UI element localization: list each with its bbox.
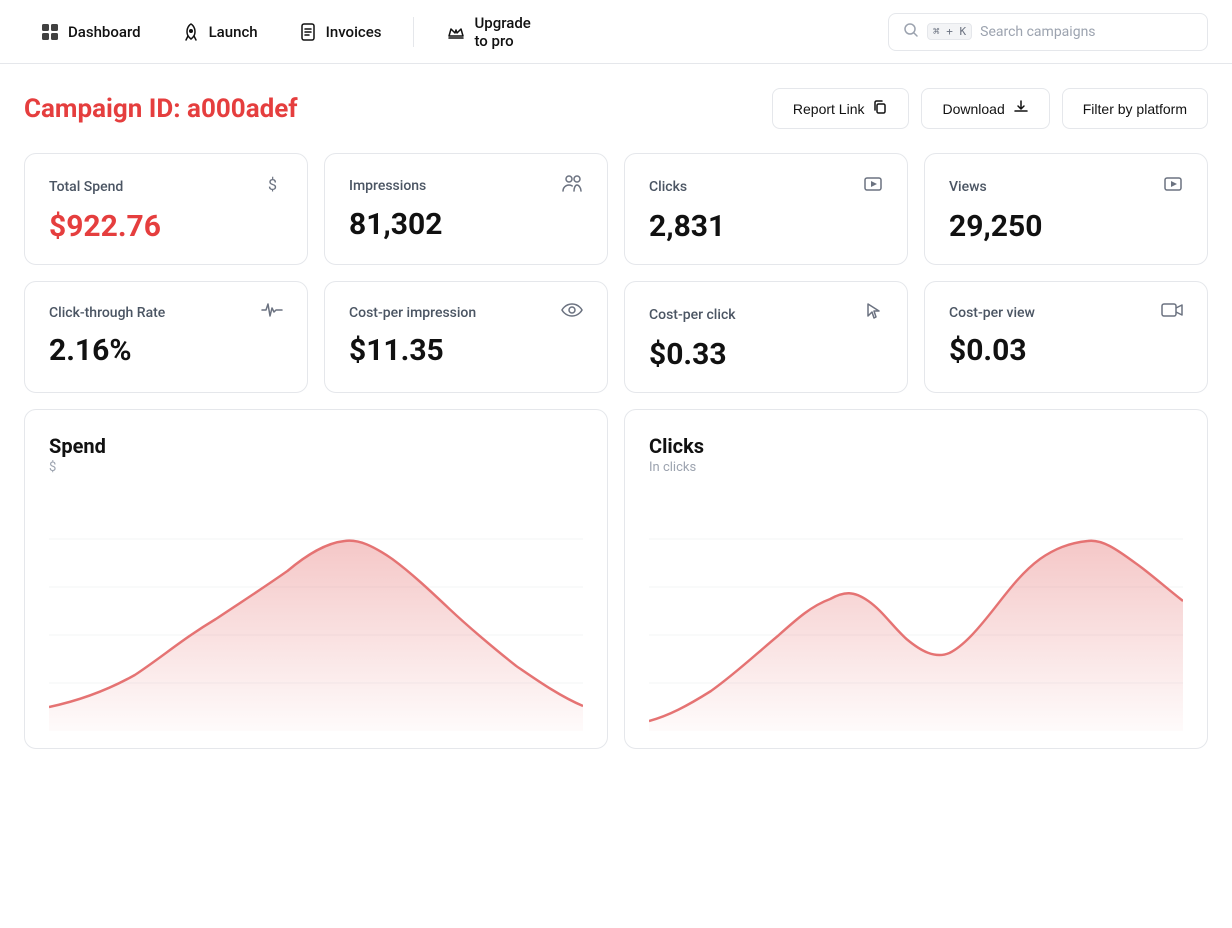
navbar: Dashboard Launch bbox=[0, 0, 1232, 64]
nav-upgrade-label: Upgradeto pro bbox=[474, 14, 530, 50]
metric-ctr-header: Click-through Rate bbox=[49, 302, 283, 323]
campaign-id: Campaign ID: a000adef bbox=[24, 94, 298, 124]
eye-icon bbox=[561, 302, 583, 323]
metrics-row-1: Total Spend $ $922.76 Impressions bbox=[24, 153, 1208, 265]
cursor-icon bbox=[865, 302, 883, 327]
metric-cpv-value: $0.03 bbox=[949, 333, 1183, 368]
crown-icon bbox=[446, 22, 466, 42]
charts-grid: Spend $ bbox=[24, 409, 1208, 749]
svg-text:$: $ bbox=[268, 175, 277, 194]
grid-icon bbox=[40, 22, 60, 42]
campaign-id-prefix: Campaign ID: bbox=[24, 94, 187, 124]
header-row: Campaign ID: a000adef Report Link Downlo… bbox=[24, 88, 1208, 129]
metric-cpc-value: $0.33 bbox=[649, 337, 883, 372]
metric-cpv-header: Cost-per view bbox=[949, 302, 1183, 323]
report-link-button[interactable]: Report Link bbox=[772, 88, 910, 129]
metric-impressions: Impressions 81,302 bbox=[324, 153, 608, 265]
search-icon bbox=[903, 22, 919, 42]
spend-chart-title: Spend bbox=[49, 434, 583, 458]
metric-impressions-header: Impressions bbox=[349, 174, 583, 197]
clicks-chart-area bbox=[649, 491, 1183, 731]
clicks-chart-subtitle: In clicks bbox=[649, 460, 1183, 475]
metric-total-spend-label: Total Spend bbox=[49, 179, 123, 195]
nav-dashboard-label: Dashboard bbox=[68, 23, 141, 41]
filter-button[interactable]: Filter by platform bbox=[1062, 88, 1208, 129]
spend-chart-card: Spend $ bbox=[24, 409, 608, 749]
metric-cpi-header: Cost-per impression bbox=[349, 302, 583, 323]
nav-item-launch[interactable]: Launch bbox=[165, 14, 274, 50]
metric-views: Views 29,250 bbox=[924, 153, 1208, 265]
download-icon bbox=[1013, 99, 1029, 118]
metric-total-spend-header: Total Spend $ bbox=[49, 174, 283, 199]
metric-cpc-label: Cost-per click bbox=[649, 307, 736, 323]
clicks-chart-title: Clicks bbox=[649, 434, 1183, 458]
metric-cpv-label: Cost-per view bbox=[949, 305, 1035, 321]
nav-invoices-label: Invoices bbox=[326, 23, 382, 41]
download-label: Download bbox=[942, 101, 1004, 117]
metric-impressions-label: Impressions bbox=[349, 178, 426, 194]
nav-upgrade-button[interactable]: Upgradeto pro bbox=[430, 6, 546, 58]
header-buttons: Report Link Download Fil bbox=[772, 88, 1208, 129]
main-content: Campaign ID: a000adef Report Link Downlo… bbox=[0, 64, 1232, 749]
nav-items: Dashboard Launch bbox=[24, 6, 888, 58]
spend-chart-area bbox=[49, 491, 583, 731]
metric-ctr: Click-through Rate 2.16% bbox=[24, 281, 308, 393]
rocket-icon bbox=[181, 22, 201, 42]
pulse-icon bbox=[261, 302, 283, 323]
search-placeholder: Search campaigns bbox=[980, 24, 1095, 40]
dollar-icon: $ bbox=[263, 174, 283, 199]
metric-clicks-header: Clicks bbox=[649, 174, 883, 199]
nav-launch-label: Launch bbox=[209, 23, 258, 41]
metric-cpi-label: Cost-per impression bbox=[349, 305, 476, 321]
metric-total-spend-value: $922.76 bbox=[49, 209, 283, 244]
metric-views-header: Views bbox=[949, 174, 1183, 199]
metric-views-value: 29,250 bbox=[949, 209, 1183, 244]
metric-cpc: Cost-per click $0.33 bbox=[624, 281, 908, 393]
video-cost-icon bbox=[1161, 302, 1183, 323]
copy-icon bbox=[872, 99, 888, 118]
metric-ctr-label: Click-through Rate bbox=[49, 305, 165, 321]
metric-cpi: Cost-per impression $11.35 bbox=[324, 281, 608, 393]
users-icon bbox=[561, 174, 583, 197]
download-button[interactable]: Download bbox=[921, 88, 1049, 129]
video-play-icon bbox=[1163, 174, 1183, 199]
document-icon bbox=[298, 22, 318, 42]
metric-clicks-value: 2,831 bbox=[649, 209, 883, 244]
metric-cpi-value: $11.35 bbox=[349, 333, 583, 368]
spend-chart-subtitle: $ bbox=[49, 460, 583, 475]
nav-item-dashboard[interactable]: Dashboard bbox=[24, 14, 157, 50]
metric-total-spend: Total Spend $ $922.76 bbox=[24, 153, 308, 265]
metric-impressions-value: 81,302 bbox=[349, 207, 583, 242]
metric-cpc-header: Cost-per click bbox=[649, 302, 883, 327]
nav-divider bbox=[413, 17, 414, 47]
metrics-row-2: Click-through Rate 2.16% Cost-per impres… bbox=[24, 281, 1208, 393]
nav-item-invoices[interactable]: Invoices bbox=[282, 14, 398, 50]
clicks-chart-card: Clicks In clicks bbox=[624, 409, 1208, 749]
metric-clicks: Clicks 2,831 bbox=[624, 153, 908, 265]
metric-clicks-label: Clicks bbox=[649, 179, 687, 195]
metric-ctr-value: 2.16% bbox=[49, 333, 283, 368]
metric-views-label: Views bbox=[949, 179, 987, 195]
filter-label: Filter by platform bbox=[1083, 101, 1187, 117]
search-shortcut: ⌘ + K bbox=[927, 23, 972, 40]
campaign-id-value: a000adef bbox=[187, 94, 298, 124]
search-bar[interactable]: ⌘ + K Search campaigns bbox=[888, 13, 1208, 51]
play-circle-icon bbox=[863, 174, 883, 199]
metric-cpv: Cost-per view $0.03 bbox=[924, 281, 1208, 393]
report-link-label: Report Link bbox=[793, 101, 865, 117]
